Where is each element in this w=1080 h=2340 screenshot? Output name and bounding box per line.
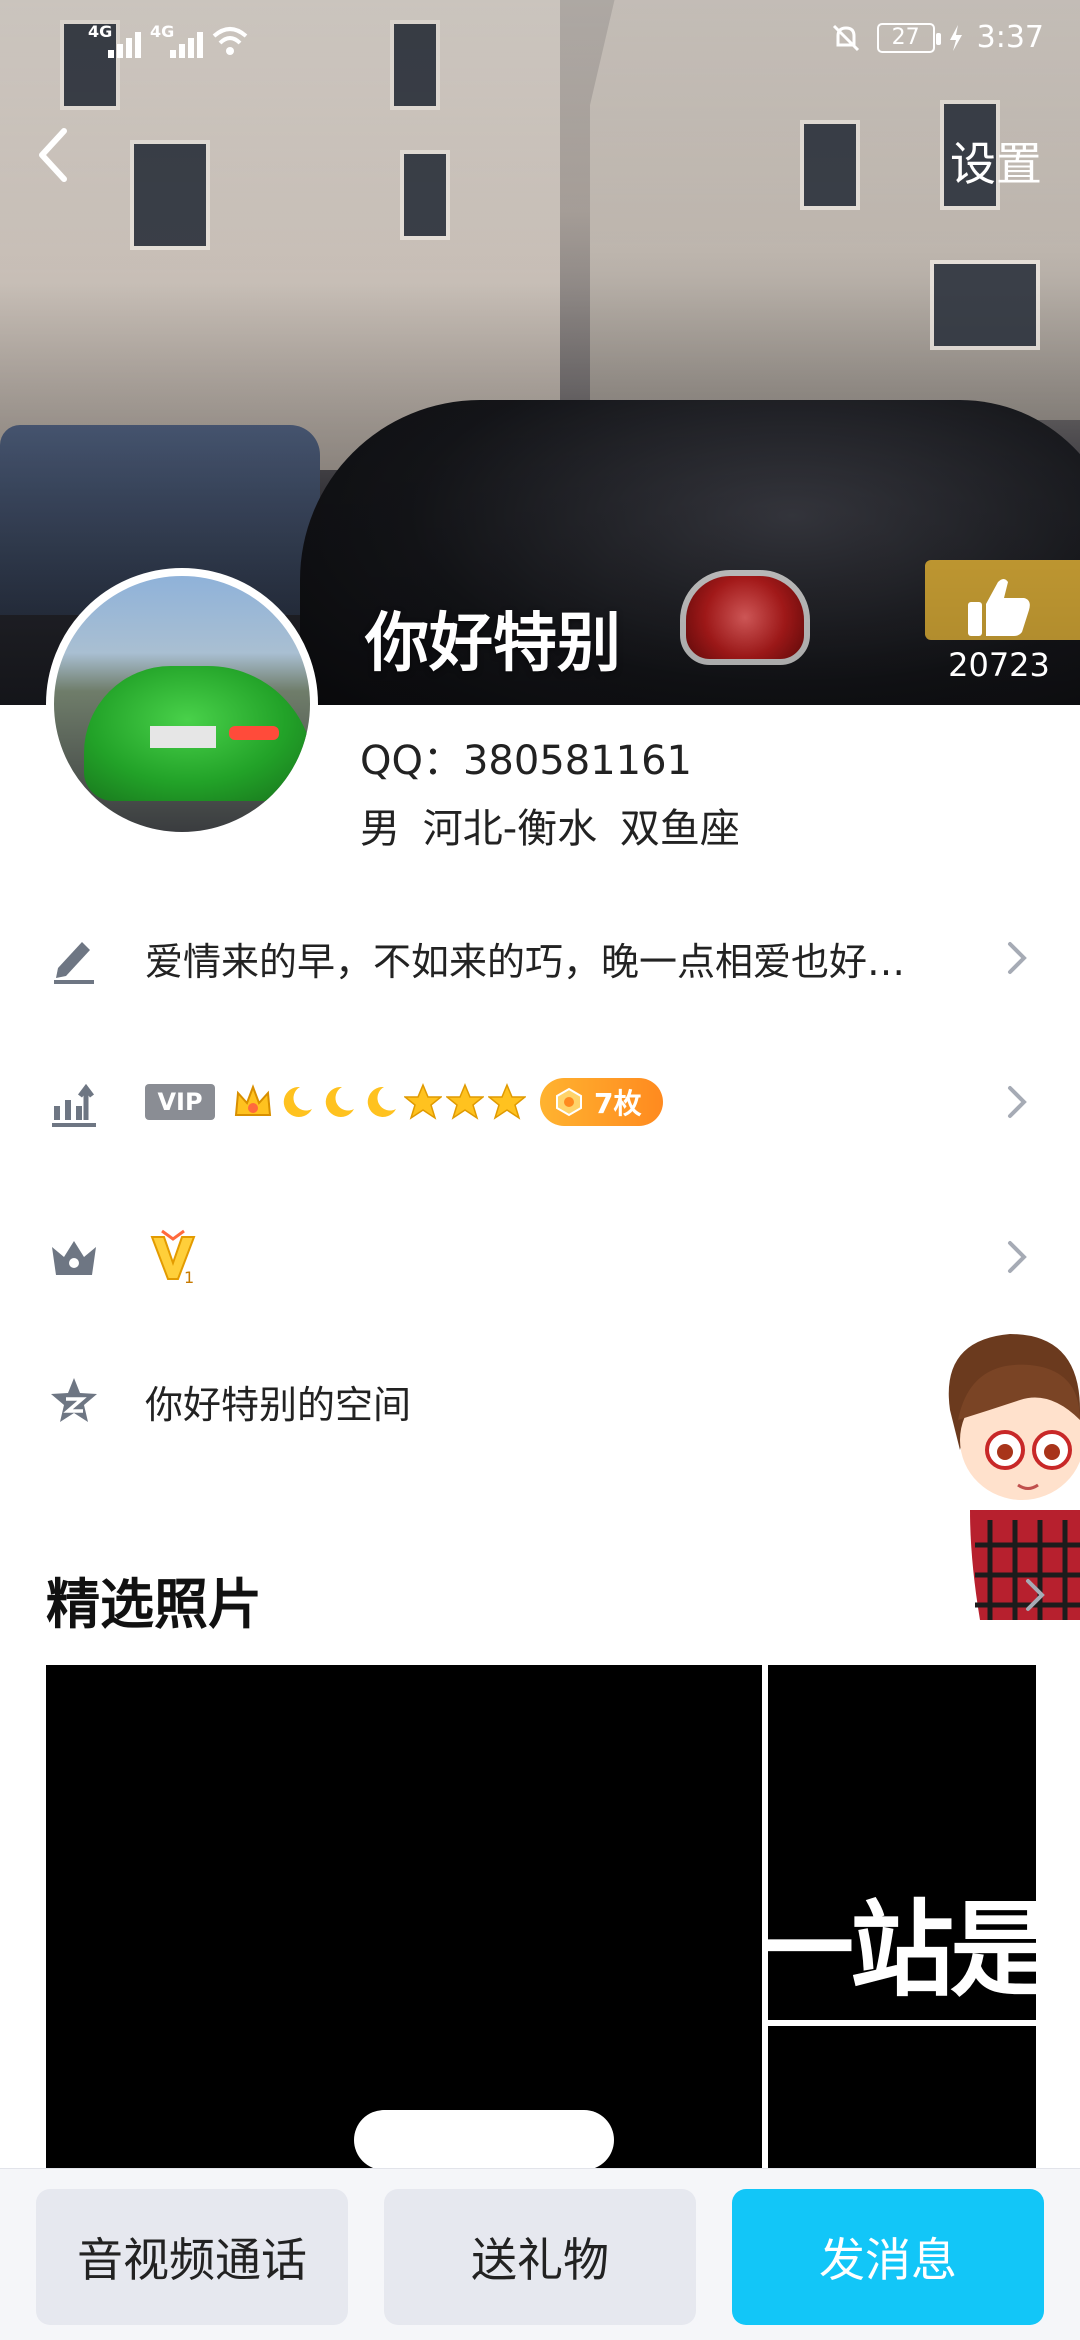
featured-photo-2[interactable]: 一站是 [768, 1665, 1036, 2020]
qzone-text: 你好特别的空间 [145, 1382, 412, 1427]
chevron-right-icon [1008, 942, 1027, 974]
featured-photos-title: 精选照片 [46, 1573, 262, 1636]
bottom-action-bar: 音视频通话 送礼物 发消息 [0, 2168, 1080, 2340]
vip-level-row[interactable]: VIP 7枚 [0, 1047, 1080, 1157]
qq-number: QQ：380581161 [360, 738, 693, 784]
status-bar: 4G 4G 27 3:37 [0, 16, 1080, 64]
charging-icon [949, 24, 962, 51]
moon-icon [283, 1086, 312, 1117]
battery-indicator: 27 [876, 22, 941, 53]
medal-count: 7枚 [594, 1087, 642, 1120]
signature-text: 爱情来的早，不如来的巧，晚一点相爱也好… [145, 939, 906, 984]
edit-pen-icon [54, 942, 94, 984]
medal-hex-icon [556, 1087, 582, 1117]
medal-count-badge[interactable]: 7枚 [540, 1078, 664, 1126]
send-gift-button[interactable]: 送礼物 [384, 2189, 696, 2325]
photo-glyph [354, 2110, 614, 2170]
honor-row[interactable]: 1 [0, 1202, 1080, 1312]
avatar-plate [150, 726, 216, 748]
star-icon [446, 1083, 484, 1120]
vip-badges [232, 1081, 526, 1123]
like-button[interactable]: 20723 [944, 574, 1054, 684]
moon-icon [367, 1086, 396, 1117]
chevron-right-icon [1008, 1086, 1027, 1118]
signal-icon [170, 30, 204, 58]
thumbs-up-icon [968, 579, 1030, 636]
avatar-tail-light [229, 726, 279, 740]
qzone-star-icon [51, 1378, 97, 1422]
crown-icon [234, 1084, 272, 1116]
mute-bell-icon [832, 24, 859, 51]
status-right-group: 27 3:37 [829, 20, 1044, 55]
signature-row[interactable]: 爱情来的早，不如来的巧，晚一点相爱也好… [0, 903, 1080, 1013]
wifi-icon [212, 27, 248, 55]
signal-icon [108, 30, 142, 58]
crown-icon [52, 1241, 96, 1275]
cartoon-avatar-sticker[interactable] [930, 1320, 1080, 1620]
vip-tag: VIP [145, 1084, 215, 1120]
battery-level: 27 [891, 25, 920, 50]
chevron-right-icon [1008, 1241, 1027, 1273]
location: 河北-衡水 [422, 806, 598, 852]
star-icon [488, 1083, 526, 1120]
star-icon [404, 1083, 442, 1120]
chevron-right-icon[interactable] [1020, 1575, 1050, 1615]
moon-icon [325, 1086, 354, 1117]
video-call-button[interactable]: 音视频通话 [36, 2189, 348, 2325]
growth-chart-icon [52, 1083, 96, 1127]
send-message-button[interactable]: 发消息 [732, 2189, 1044, 2325]
like-count: 20723 [948, 646, 1050, 684]
profile-basic-info: 男 河北-衡水 双鱼座 [360, 796, 740, 854]
status-time: 3:37 [976, 20, 1044, 55]
vip-v-badge-icon: 1 [150, 1229, 196, 1285]
photo-2-text: 一站是 [768, 1889, 1036, 2011]
back-button[interactable] [30, 125, 80, 185]
gender: 男 [360, 806, 400, 852]
settings-button[interactable]: 设置 [950, 128, 1042, 194]
profile-nickname: 你好特别 [365, 607, 621, 681]
avatar[interactable] [46, 568, 318, 840]
qzone-row[interactable]: 你好特别的空间 [0, 1346, 1080, 1456]
zodiac: 双鱼座 [619, 806, 740, 852]
honor-badge-text: 1 [184, 1268, 194, 1285]
